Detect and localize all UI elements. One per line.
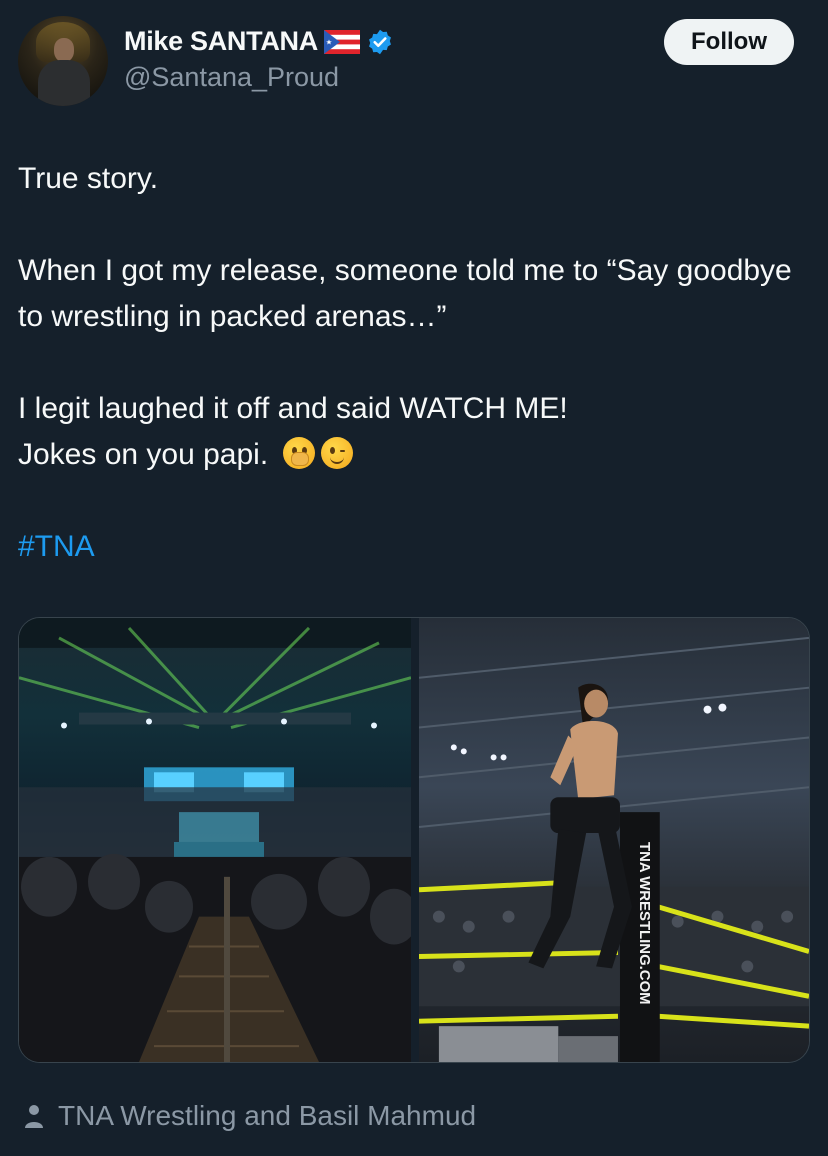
media-attribution: TNA Wrestling and Basil Mahmud [22, 1100, 476, 1132]
puerto-rico-flag-icon [323, 29, 360, 54]
face-with-hand-over-mouth-emoji [282, 437, 315, 469]
ring-post-text: TNA WRESTLING.COM [636, 842, 653, 1005]
tweet-line-with-emojis: Jokes on you papi. [18, 432, 808, 478]
tweet-line: True story. [18, 162, 159, 195]
arena-illustration [19, 618, 411, 1062]
author-display-name[interactable]: Mike SANTANA [124, 26, 318, 57]
author-avatar[interactable] [18, 16, 108, 106]
winking-face-emoji [320, 437, 353, 469]
person-icon [25, 1105, 43, 1128]
avatar-body [38, 60, 90, 106]
ring-illustration: TNA WRESTLING.COM [419, 636, 809, 1062]
tweet-line: Jokes on you papi. [18, 438, 269, 471]
avatar-head [54, 38, 74, 62]
hashtag-link[interactable]: #TNA [18, 530, 95, 563]
author-name-row: Mike SANTANA [124, 26, 394, 57]
tweet-line: I legit laughed it off and said WATCH ME… [18, 392, 568, 425]
tweet-line: When I got my release, someone told me t… [18, 254, 792, 333]
tweet-text: True story. When I got my release, someo… [18, 156, 808, 570]
wrestler-ring-photo[interactable]: TNA WRESTLING.COM [419, 618, 809, 1062]
author-handle[interactable]: @Santana_Proud [124, 62, 339, 93]
arena-crowd-photo[interactable] [19, 618, 411, 1062]
follow-button[interactable]: Follow [664, 19, 794, 65]
attribution-text[interactable]: TNA Wrestling and Basil Mahmud [58, 1100, 476, 1132]
media-gallery: TNA WRESTLING.COM [18, 617, 810, 1063]
verified-badge-icon [368, 29, 391, 54]
